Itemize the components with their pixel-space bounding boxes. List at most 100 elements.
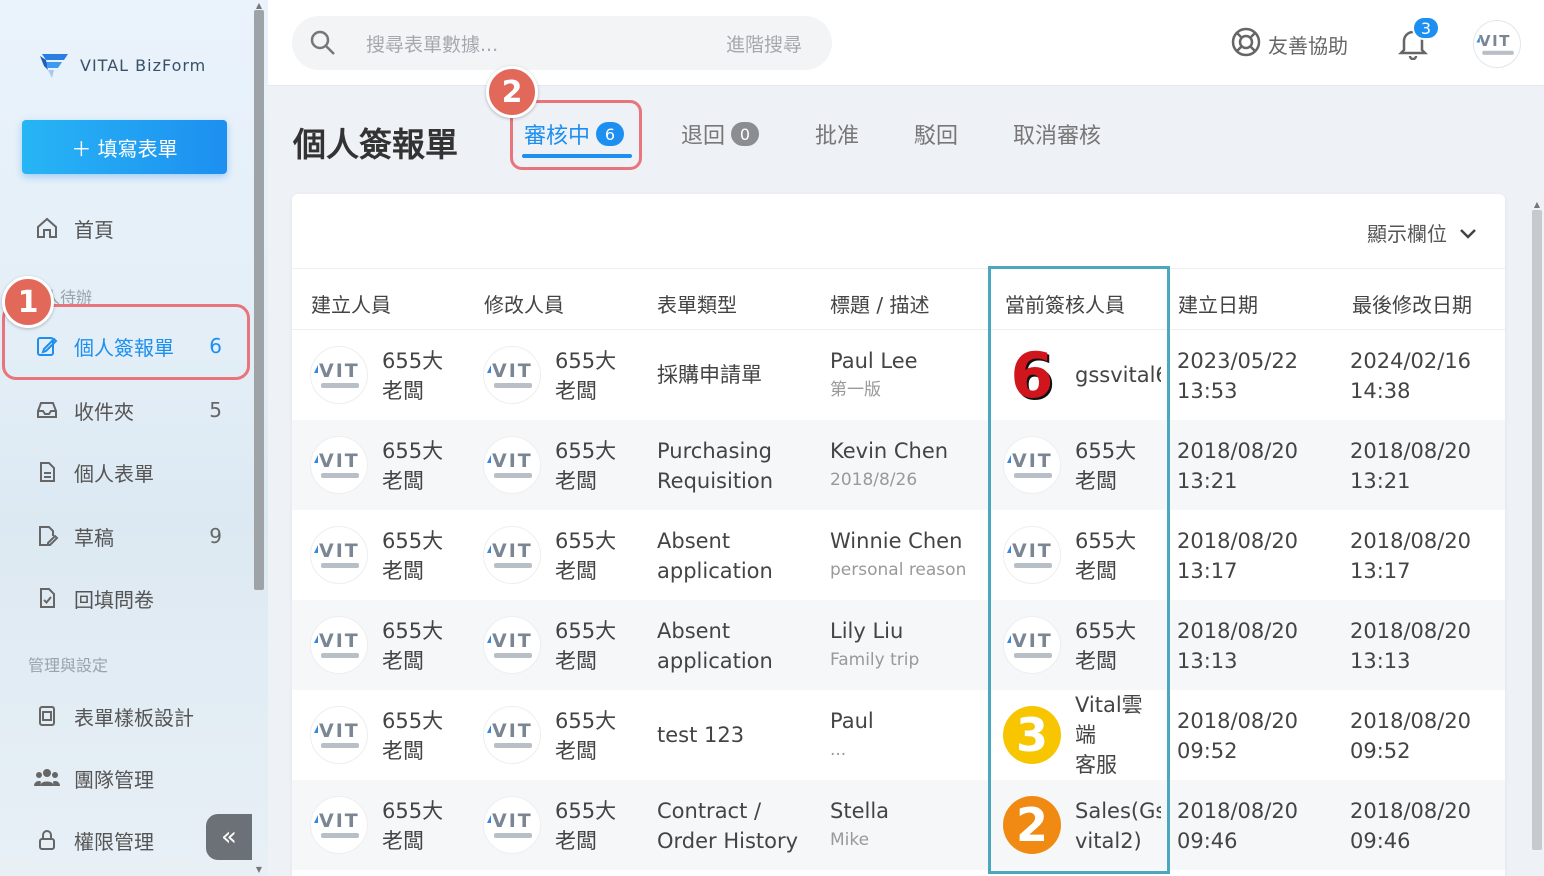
sidebar-item-personal-forms[interactable]: 個人表單 [34, 452, 234, 492]
modified-date-cell: 2018/08/20 13:13 [1350, 619, 1472, 673]
page-title: 個人簽報單 [293, 125, 458, 164]
column-header-form-type[interactable]: 表單類型 [657, 289, 737, 318]
form-type-cell: Absent application [657, 619, 773, 673]
main-scroll-up-icon[interactable]: ▲ [1532, 200, 1542, 209]
sidebar-item-label: 團隊管理 [74, 767, 154, 792]
sidebar-item-home[interactable]: 首頁 [34, 208, 234, 248]
avatar: VIT [483, 526, 541, 584]
table-row[interactable]: VIT 655大 老闆 VIT 655大 老闆 Absent application Li… [292, 600, 1505, 690]
avatar: VIT [310, 346, 368, 404]
tab-approved[interactable]: 批准 [815, 118, 859, 150]
modified-date-cell: 2018/08/20 09:46 [1350, 799, 1472, 853]
title-cell[interactable]: Stella Mike [830, 796, 889, 854]
sidebar-item-label: 收件夾 [74, 399, 134, 424]
sidebar: ▲ ▼ VITAL BizForm ＋ 填寫表單 首頁 個人待辦 個人簽報單 6 [0, 0, 268, 876]
display-columns-dropdown[interactable]: 顯示欄位 [1367, 218, 1477, 247]
svg-text:VIT: VIT [492, 630, 533, 652]
person-name: 655大 老闆 [382, 439, 444, 493]
created-date-cell: 2023/05/22 13:53 [1177, 349, 1299, 403]
sidebar-scrollbar[interactable] [254, 10, 264, 590]
section-label-admin: 管理與設定 [28, 656, 109, 675]
form-type-cell: 採購申請單 [657, 363, 762, 387]
main-scrollbar[interactable] [1532, 210, 1542, 850]
form-title: Lily Liu [830, 619, 904, 643]
column-header-created-date[interactable]: 建立日期 [1178, 289, 1258, 318]
form-description: Family trip [830, 650, 920, 670]
person-name: 655大 老闆 [555, 439, 617, 493]
person-name: 655大 老闆 [555, 799, 617, 853]
team-icon [34, 765, 60, 791]
sidebar-item-team[interactable]: 團隊管理 [34, 758, 234, 798]
logo-text: VITAL BizForm [80, 55, 207, 75]
logo-icon [38, 48, 72, 82]
person-name: 655大 老闆 [555, 349, 617, 403]
column-header-title[interactable]: 標題 / 描述 [830, 289, 929, 318]
sidebar-scroll-down-icon[interactable]: ▼ [254, 866, 264, 874]
sidebar-item-label: 首頁 [74, 217, 114, 242]
created-date-cell: 2018/08/20 09:52 [1177, 709, 1299, 763]
step-badge-1: 1 [2, 276, 54, 328]
svg-text:VIT: VIT [319, 630, 360, 652]
svg-text:VIT: VIT [492, 810, 533, 832]
sidebar-item-inbox[interactable]: 收件夾 5 [34, 390, 234, 430]
person-name: 655大 老闆 [382, 799, 444, 853]
form-description: 第一版 [830, 380, 881, 400]
tab-label: 駁回 [914, 124, 959, 149]
tab-returned[interactable]: 退回 0 [681, 118, 760, 150]
table-row[interactable]: VIT 655大 老闆 VIT 655大 老闆 test 123 Paul... 3 Vita… [292, 690, 1505, 807]
form-title: Winnie Chen [830, 529, 963, 553]
person-name: 655大 老闆 [382, 349, 444, 403]
avatar: VIT [310, 526, 368, 584]
tab-label: 批准 [815, 124, 860, 149]
title-cell[interactable]: Lily Liu Family trip [830, 616, 919, 674]
tab-rejected[interactable]: 駁回 [914, 118, 958, 150]
logo[interactable]: VITAL BizForm [38, 48, 206, 82]
table-row[interactable]: VIT 655大 老闆 VIT 655大 老闆 Purchasing Requisiti… [292, 420, 1505, 510]
collapse-sidebar-button[interactable]: « [206, 814, 252, 860]
person-name: 655大 老闆 [555, 709, 617, 763]
sidebar-item-permissions[interactable]: 權限管理 [34, 820, 234, 860]
title-cell[interactable]: Paul Lee 第一版 [830, 346, 918, 404]
modified-date-cell: 2018/08/20 09:52 [1350, 709, 1472, 763]
table-row[interactable]: VIT 655大 老闆 VIT 655大 老闆 Contract / Order His… [292, 780, 1505, 870]
title-cell[interactable]: Paul... [830, 706, 874, 764]
advanced-search-link[interactable]: 進階搜尋 [726, 30, 802, 57]
svg-text:VIT: VIT [319, 720, 360, 742]
person-name: 655大 老闆 [382, 709, 444, 763]
avatar: VIT [483, 706, 541, 764]
column-header-modified-date[interactable]: 最後修改日期 [1352, 289, 1472, 318]
sidebar-item-template-design[interactable]: 表單樣板設計 [34, 696, 234, 736]
search-input[interactable]: 搜尋表單數據... 進階搜尋 [292, 16, 832, 70]
title-cell[interactable]: Winnie Chen personal reason [830, 526, 966, 584]
sidebar-item-label: 個人表單 [74, 461, 154, 486]
svg-text:VIT: VIT [319, 540, 360, 562]
user-avatar[interactable]: VIT [1473, 20, 1521, 68]
tab-count-badge: 0 [731, 122, 760, 146]
title-cell[interactable]: Kevin Chen 2018/8/26 [830, 436, 948, 494]
form-type-cell: Contract / Order History [657, 799, 799, 853]
sidebar-scroll-up-icon[interactable]: ▲ [254, 2, 264, 10]
sidebar-item-label: 回填問卷 [74, 587, 154, 612]
sidebar-item-label: 表單樣板設計 [74, 705, 194, 730]
table-row[interactable]: VIT 655大 老闆 VIT 655大 老闆 Absent application Wi… [292, 510, 1505, 600]
tab-cancelled[interactable]: 取消審核 [1013, 118, 1101, 150]
svg-text:VIT: VIT [492, 720, 533, 742]
avatar: VIT [483, 796, 541, 854]
person-name: 655大 老闆 [555, 619, 617, 673]
search-placeholder: 搜尋表單數據... [366, 33, 499, 56]
help-button[interactable]: 友善協助 [1230, 26, 1348, 63]
column-header-modifier[interactable]: 修改人員 [484, 289, 564, 318]
modified-date-cell: 2018/08/20 13:17 [1350, 529, 1472, 583]
form-title: Paul [830, 709, 874, 733]
tab-label: 退回 [681, 124, 726, 149]
sidebar-item-survey[interactable]: 回填問卷 [34, 578, 234, 618]
column-header-creator[interactable]: 建立人員 [311, 289, 391, 318]
fill-form-button[interactable]: ＋ 填寫表單 [22, 120, 227, 174]
table-row[interactable]: VIT 655大 老闆 VIT 655大 老闆 採購申請單 Paul Lee 第一版 6 gss… [292, 330, 1505, 420]
sidebar-item-drafts[interactable]: 草稿 9 [34, 516, 234, 556]
created-date-cell: 2018/08/20 09:46 [1177, 799, 1299, 853]
search-icon [308, 28, 338, 58]
form-description: 2018/8/26 [830, 470, 918, 490]
svg-text:VIT: VIT [492, 360, 533, 382]
table-header: 建立人員 修改人員 表單類型 標題 / 描述 當前簽核人員 建立日期 最後修改日… [292, 268, 1505, 330]
